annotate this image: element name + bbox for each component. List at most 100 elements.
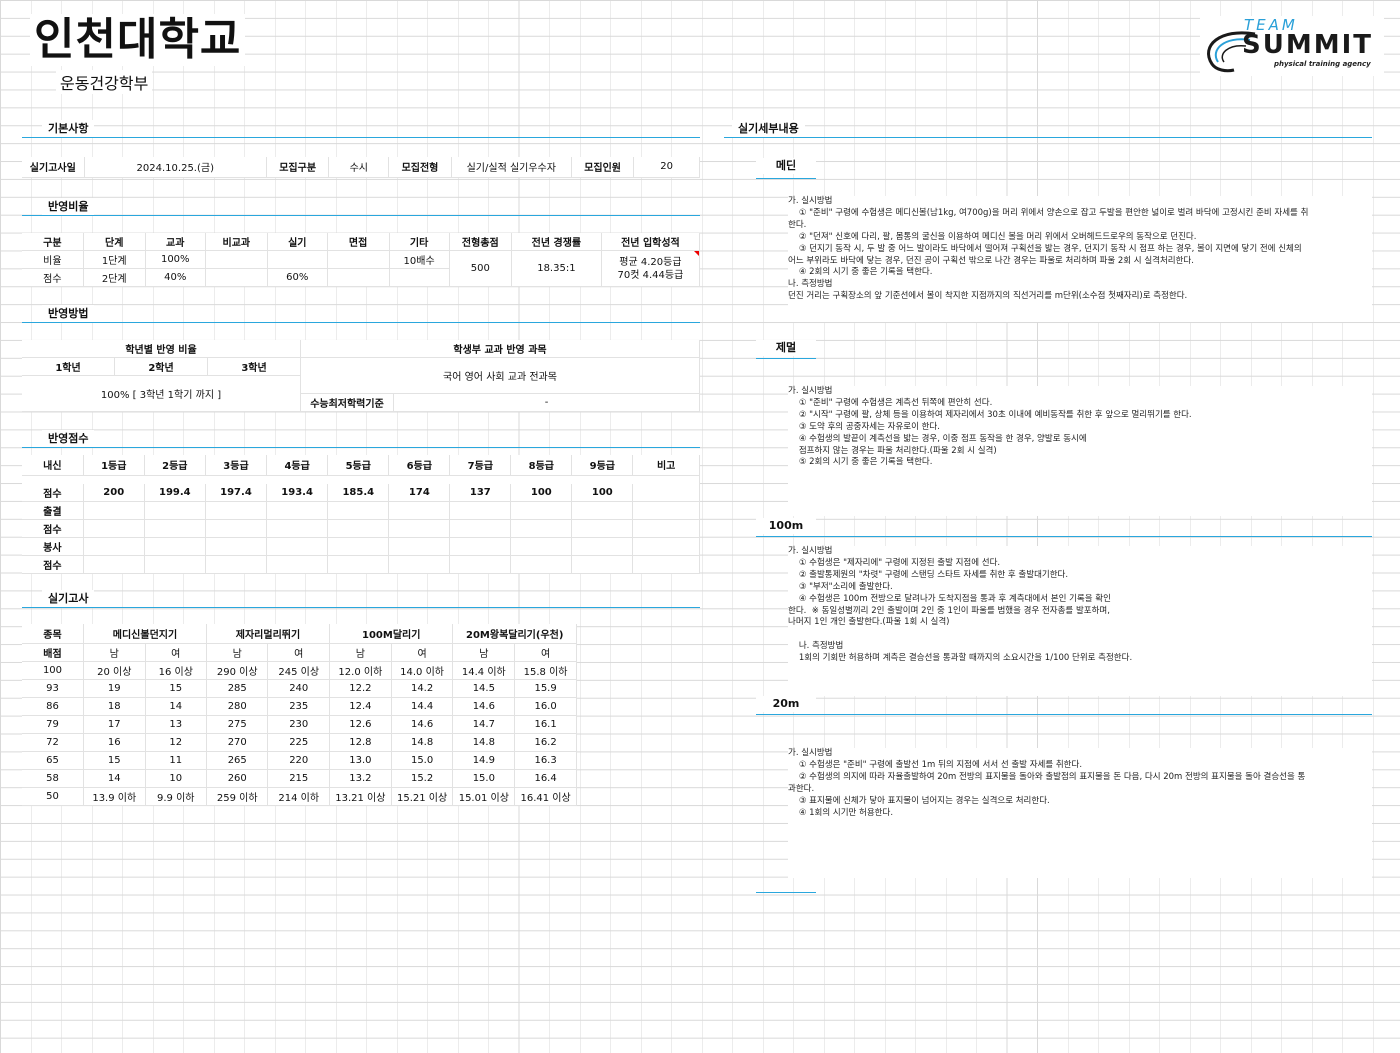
record-cell: 15.0 xyxy=(452,769,516,788)
ratio-table: 구분 단계 교과 비교과 실기 면접 기타 전형총점 전년 경쟁률 전년 입학성… xyxy=(22,233,701,287)
year-ratio-title: 학년별 반영 비율 xyxy=(22,340,301,358)
score-header: 9등급 xyxy=(571,455,634,476)
score-header: 8등급 xyxy=(510,455,573,476)
record-cell: 12.0 이하 xyxy=(329,661,392,680)
gender-label: 여 xyxy=(391,643,454,662)
gender-label: 여 xyxy=(514,643,577,662)
ratio-header: 비교과 xyxy=(205,233,268,251)
ratio-grade-line2: 70컷 4.44등급 xyxy=(617,269,684,281)
record-cell: 265 xyxy=(206,751,269,770)
practical-table: 종목 메디신볼던지기 제자리멀리뛰기 100M달리기 20M왕복달리기(우천) … xyxy=(22,624,577,806)
gender-label: 여 xyxy=(145,643,207,662)
record-cell: 16.3 xyxy=(514,751,577,770)
detail-divider xyxy=(756,178,816,179)
detail-medi-title: 메딘 xyxy=(756,158,816,174)
record-cell: 220 xyxy=(267,751,330,770)
score-row-label: 점수 xyxy=(22,483,84,502)
record-cell: 14.4 이하 xyxy=(452,661,516,680)
score-header: 3등급 xyxy=(205,455,268,476)
record-cell: 16.2 xyxy=(514,733,577,752)
gender-label: 남 xyxy=(206,643,269,662)
section-basic-title: 기본사항 xyxy=(42,120,95,138)
table-row: 86 18 14 280 235 12.4 14.4 14.6 16.0 xyxy=(22,697,577,716)
score-cell: 137 xyxy=(449,483,512,502)
points-cell: 86 xyxy=(22,697,84,716)
section-method-title: 반영방법 xyxy=(42,305,95,323)
record-cell: 275 xyxy=(206,715,269,734)
detail-100m-title: 100m xyxy=(756,518,816,534)
ratio-total: 500 xyxy=(449,250,512,287)
record-cell: 13.21 이상 xyxy=(329,787,392,806)
record-cell: 15.21 이상 xyxy=(391,787,454,806)
detail-20m-title: 20m xyxy=(756,696,816,712)
score-row-label: 출결 xyxy=(22,501,84,520)
exam-date-value: 2024.10.25.(금) xyxy=(84,157,267,178)
section-detail-title: 실기세부내용 xyxy=(732,120,805,138)
record-cell: 9.9 이하 xyxy=(145,787,207,806)
record-cell: 240 xyxy=(267,679,330,698)
record-cell: 10 xyxy=(145,769,207,788)
record-cell: 14.2 xyxy=(391,679,454,698)
score-cell: 100 xyxy=(571,483,634,502)
page-title: 인천대학교 xyxy=(30,14,246,66)
record-cell: 20 이상 xyxy=(83,661,146,680)
section-divider xyxy=(22,447,700,448)
points-cell: 58 xyxy=(22,769,84,788)
ratio-practical: 60% xyxy=(267,268,328,287)
score-header: 1등급 xyxy=(83,455,145,476)
record-cell: 15.8 이하 xyxy=(514,661,577,680)
record-cell: 14.8 xyxy=(452,733,516,752)
type-label: 모집전형 xyxy=(388,157,452,178)
record-cell: 259 이하 xyxy=(206,787,269,806)
ratio-header: 전형총점 xyxy=(449,233,512,251)
gender-label: 여 xyxy=(267,643,330,662)
ratio-etc: 10배수 xyxy=(389,250,450,269)
score-cell: 200 xyxy=(83,483,145,502)
event-header: 100M달리기 xyxy=(329,624,454,644)
score-cell: 100 xyxy=(510,483,573,502)
record-cell: 13.2 xyxy=(329,769,392,788)
record-cell: 17 xyxy=(83,715,146,734)
ratio-header: 교과 xyxy=(145,233,206,251)
record-cell: 12.6 xyxy=(329,715,392,734)
record-cell: 230 xyxy=(267,715,330,734)
points-label: 배점 xyxy=(22,643,84,662)
score-row-label: 점수 xyxy=(22,555,84,574)
ratio-row-label: 점수 xyxy=(22,268,84,287)
record-cell: 13.0 xyxy=(329,751,392,770)
detail-divider xyxy=(756,892,816,893)
score-cell: 185.4 xyxy=(327,483,390,502)
subject-title: 학생부 교과 반영 과목 xyxy=(300,340,700,358)
detail-medi-text: 가. 실시방법 ① "준비" 구령에 수험생은 메디신볼(남1kg, 여700g… xyxy=(788,196,1372,322)
ratio-header: 전년 경쟁률 xyxy=(511,233,602,251)
page-subtitle: 운동건강학부 xyxy=(56,70,153,94)
count-label: 모집인원 xyxy=(571,157,635,178)
score-header: 2등급 xyxy=(144,455,206,476)
score-cell: 197.4 xyxy=(205,483,268,502)
year-label: 2학년 xyxy=(114,357,208,376)
comment-indicator-icon[interactable] xyxy=(694,251,699,256)
gender-label: 남 xyxy=(83,643,146,662)
ratio-header: 구분 xyxy=(22,233,84,251)
ratio-stage: 2단계 xyxy=(83,268,146,287)
record-cell: 15.01 이상 xyxy=(452,787,516,806)
section-divider xyxy=(22,322,700,323)
record-cell: 18 xyxy=(83,697,146,716)
year-label: 1학년 xyxy=(22,357,115,376)
detail-20m-text: 가. 실시방법 ① 수험생은 "준비" 구령에 출발선 1m 뒤의 지점에 서서… xyxy=(788,748,1372,878)
record-cell: 245 이상 xyxy=(267,661,330,680)
score-header: 내신 xyxy=(22,455,84,476)
record-cell: 14.7 xyxy=(452,715,516,734)
score-cell: 174 xyxy=(388,483,451,502)
score-header: 4등급 xyxy=(266,455,329,476)
ratio-row-label: 비율 xyxy=(22,250,84,269)
practical-col-label: 종목 xyxy=(22,624,84,644)
category-label: 모집구분 xyxy=(266,157,330,178)
record-cell: 13 xyxy=(145,715,207,734)
detail-divider xyxy=(756,714,1372,715)
ratio-stage: 1단계 xyxy=(83,250,146,269)
record-cell: 16.41 이상 xyxy=(514,787,577,806)
section-score-title: 반영점수 xyxy=(42,430,95,448)
event-header: 20M왕복달리기(우천) xyxy=(452,624,577,644)
table-row: 50 13.9 이하 9.9 이하 259 이하 214 이하 13.21 이상 15.21… xyxy=(22,787,577,806)
